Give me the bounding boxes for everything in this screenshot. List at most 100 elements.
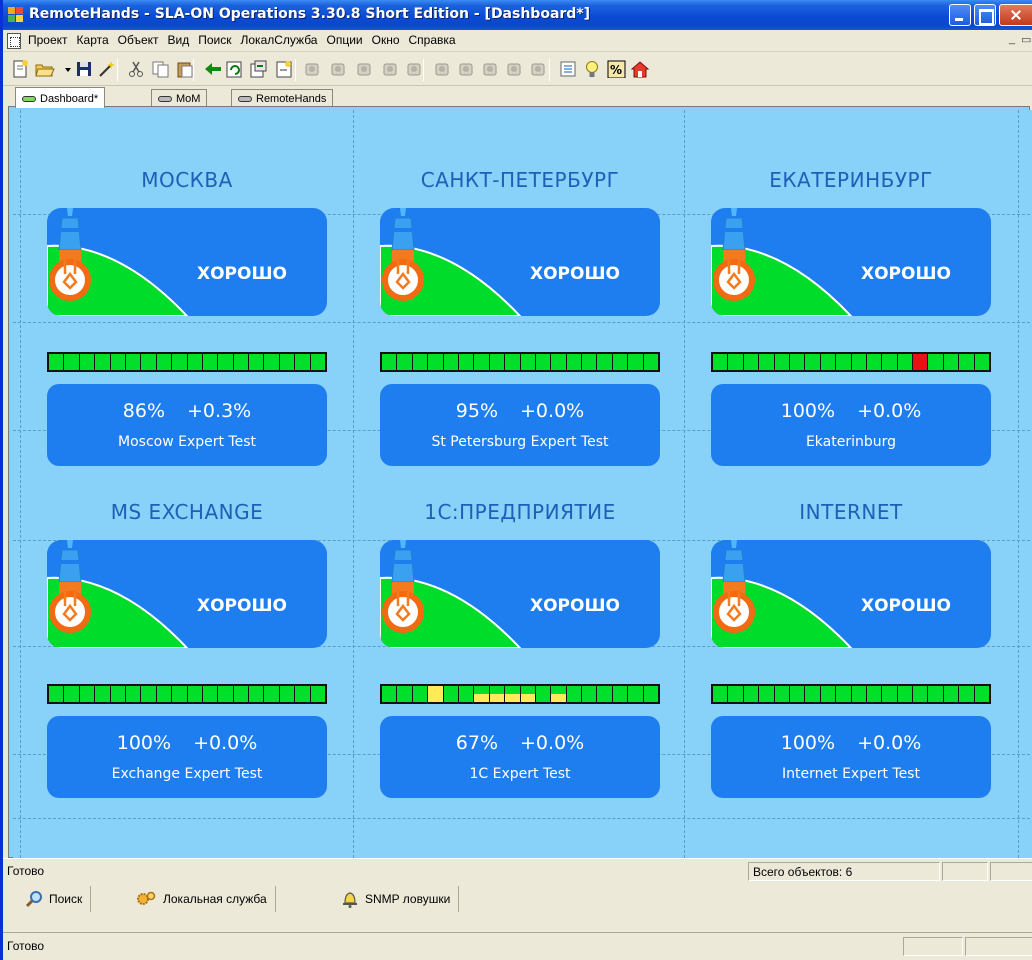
title-bar[interactable]: RemoteHands - SLA-ON Operations 3.30.8 S… <box>3 0 1032 30</box>
metric-card[interactable]: 100% +0.0% Exchange Expert Test <box>47 716 327 798</box>
menu-item[interactable]: Поиск <box>195 33 237 47</box>
bar-segment <box>125 354 141 370</box>
percent-icon[interactable]: % <box>607 60 627 79</box>
paste-icon[interactable] <box>175 60 195 78</box>
bar-segment <box>836 686 851 702</box>
status-text: ХОРОШО <box>197 264 287 284</box>
document-tabs: Dashboard* MoM RemoteHands <box>3 86 1032 108</box>
close-button[interactable] <box>999 4 1032 26</box>
bar-segment <box>974 354 990 370</box>
tool-icon[interactable] <box>355 60 375 78</box>
menu-item[interactable]: Окно <box>369 33 406 47</box>
status-card[interactable]: ХОРОШО <box>47 540 327 648</box>
metric-card[interactable]: 67% +0.0% 1C Expert Test <box>380 716 660 798</box>
tool-icon[interactable] <box>329 60 349 78</box>
tool-icon[interactable] <box>433 60 453 78</box>
bar-segment <box>279 686 295 702</box>
magic-wand-icon[interactable] <box>97 60 117 78</box>
save-icon[interactable] <box>75 60 95 78</box>
bottom-tool-tabs: Поиск Локальная служба SNMP ловушки <box>3 882 1032 930</box>
menu-item[interactable]: Вид <box>165 33 196 47</box>
bar-segment <box>443 686 458 702</box>
bar-segment <box>713 686 728 702</box>
bar-segment <box>279 354 295 370</box>
import-icon[interactable] <box>275 60 295 78</box>
bar-segment <box>187 686 202 702</box>
metric-card[interactable]: 86% +0.3% Moscow Expert Test <box>47 384 327 466</box>
status-text: ХОРОШО <box>861 264 951 284</box>
metric-card[interactable]: 100% +0.0% Ekaterinburg <box>711 384 991 466</box>
document-menu-icon[interactable] <box>7 33 21 49</box>
bar-segment <box>628 686 643 702</box>
bar-segment <box>713 354 728 370</box>
menu-item[interactable]: Карта <box>74 33 115 47</box>
bar-segment <box>851 686 866 702</box>
bar-segment <box>295 354 310 370</box>
menu-item[interactable]: Опции <box>323 33 368 47</box>
percent-value: 86% <box>122 400 166 422</box>
tab-mom[interactable]: MoM <box>151 89 208 107</box>
status-card[interactable]: ХОРОШО <box>711 540 991 648</box>
availability-bar <box>711 684 991 704</box>
maximize-button[interactable] <box>974 4 996 26</box>
bar-segment <box>535 686 551 702</box>
cut-icon[interactable] <box>127 60 147 78</box>
status-text: ХОРОШО <box>530 596 620 616</box>
menu-item[interactable]: Проект <box>25 33 74 47</box>
back-arrow-icon[interactable] <box>203 60 223 78</box>
status-card[interactable]: ХОРОШО <box>380 540 660 648</box>
bar-segment <box>535 354 551 370</box>
bar-segment <box>95 686 110 702</box>
tab-dashboard[interactable]: Dashboard* <box>15 87 106 108</box>
delta-value: +0.0% <box>193 732 258 754</box>
bar-segment <box>866 354 882 370</box>
panel-title: INTERNET <box>799 500 903 524</box>
open-folder-icon[interactable] <box>35 60 55 78</box>
export-icon[interactable] <box>249 60 269 78</box>
bar-segment <box>412 354 428 370</box>
tab-local-service[interactable]: Локальная служба <box>127 886 276 912</box>
tab-remotehands[interactable]: RemoteHands <box>231 89 334 107</box>
bar-segment <box>551 686 566 702</box>
menu-bar: Проект Карта Объект Вид Поиск ЛокалСлужба Опци… <box>3 30 1032 52</box>
minimize-button[interactable] <box>949 4 971 26</box>
status-panel <box>965 937 1032 956</box>
lightbulb-icon <box>380 540 522 648</box>
tab-snmp-traps[interactable]: SNMP ловушки <box>333 886 460 912</box>
new-document-icon[interactable] <box>11 60 31 78</box>
availability-bar <box>47 684 327 704</box>
metric-card[interactable]: 100% +0.0% Internet Expert Test <box>711 716 991 798</box>
tool-icon[interactable] <box>457 60 477 78</box>
menu-item[interactable]: Справка <box>406 33 462 47</box>
mdi-minimize-icon[interactable]: _ <box>1009 33 1015 45</box>
tool-icon[interactable] <box>303 60 323 78</box>
test-label: Internet Expert Test <box>782 766 920 782</box>
tool-icon[interactable] <box>481 60 501 78</box>
lightbulb-icon[interactable] <box>583 60 603 78</box>
bar-segment <box>882 686 897 702</box>
status-card[interactable]: ХОРОШО <box>380 208 660 316</box>
status-card[interactable]: ХОРОШО <box>711 208 991 316</box>
status-panel <box>990 862 1032 881</box>
menu-item[interactable]: ЛокалСлужба <box>238 33 324 47</box>
mdi-restore-icon[interactable]: ▭ <box>1021 33 1031 46</box>
bar-segment <box>928 686 943 702</box>
home-icon[interactable] <box>630 60 651 78</box>
status-text: ХОРОШО <box>530 264 620 284</box>
tool-icon[interactable] <box>405 60 425 78</box>
status-card[interactable]: ХОРОШО <box>47 208 327 316</box>
tool-icon[interactable] <box>381 60 401 78</box>
tool-icon[interactable] <box>505 60 525 78</box>
refresh-icon[interactable] <box>225 60 245 78</box>
metric-card[interactable]: 95% +0.0% St Petersburg Expert Test <box>380 384 660 466</box>
panel-title: САНКТ-ПЕТЕРБУРГ <box>420 168 620 192</box>
bar-segment <box>79 686 95 702</box>
bar-segment <box>156 686 172 702</box>
bar-segment <box>141 686 156 702</box>
copy-icon[interactable] <box>151 60 171 78</box>
bar-segment <box>95 354 110 370</box>
tab-search[interactable]: Поиск <box>17 886 92 912</box>
list-icon[interactable] <box>559 60 579 78</box>
menu-item[interactable]: Объект <box>115 33 165 47</box>
tool-icon[interactable] <box>529 60 549 78</box>
